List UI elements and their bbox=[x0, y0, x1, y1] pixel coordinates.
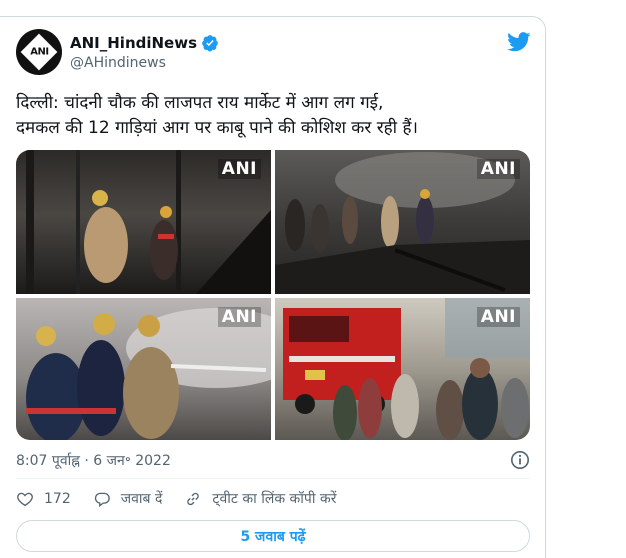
photo-crowd-debris[interactable]: ANI bbox=[275, 150, 530, 294]
tweet-actions: 172 जवाब दें ट्वीट का लिंक कॉपी करें bbox=[16, 489, 358, 508]
author-name-row[interactable]: ANI_HindiNews bbox=[70, 34, 219, 52]
avatar-logo-text: ANI bbox=[29, 46, 49, 58]
avatar[interactable]: ANI bbox=[16, 29, 62, 75]
divider bbox=[16, 478, 530, 479]
photo-hose-spray[interactable]: ANI bbox=[16, 298, 271, 440]
reply-button[interactable]: जवाब दें bbox=[93, 489, 163, 508]
reply-label: जवाब दें bbox=[120, 491, 163, 507]
info-icon[interactable] bbox=[510, 450, 530, 470]
ani-watermark: ANI bbox=[217, 307, 261, 327]
heart-icon bbox=[17, 492, 33, 506]
author-display-name[interactable]: ANI_HindiNews bbox=[70, 34, 197, 52]
copy-link-label: ट्वीट का लिंक कॉपी करें bbox=[212, 491, 337, 507]
verified-badge-icon bbox=[202, 35, 218, 52]
link-icon bbox=[187, 492, 200, 505]
media-grid[interactable]: ANI ANI ANI ANI bbox=[16, 150, 530, 440]
read-replies-button[interactable]: 5 जवाब पढ़ें bbox=[16, 520, 530, 552]
tweet-timestamp[interactable]: 8:07 पूर्वाह्न · 6 जन॰ 2022 bbox=[16, 451, 171, 470]
ani-watermark: ANI bbox=[217, 159, 261, 179]
copy-link-button[interactable]: ट्वीट का लिंक कॉपी करें bbox=[184, 489, 336, 508]
twitter-bird-icon[interactable] bbox=[507, 31, 531, 53]
author-handle[interactable]: @AHindinews bbox=[70, 55, 166, 71]
ani-watermark: ANI bbox=[476, 307, 520, 327]
ani-watermark: ANI bbox=[476, 159, 520, 179]
photo-firefighters-smoke[interactable]: ANI bbox=[16, 150, 271, 294]
photo-fire-truck-crowd[interactable]: ANI bbox=[275, 298, 530, 440]
tweet-text: दिल्ली: चांदनी चौक की लाजपत राय मार्केट … bbox=[16, 93, 418, 138]
like-button[interactable]: 172 bbox=[16, 490, 71, 508]
like-count: 172 bbox=[44, 490, 71, 507]
reply-icon bbox=[94, 492, 110, 507]
